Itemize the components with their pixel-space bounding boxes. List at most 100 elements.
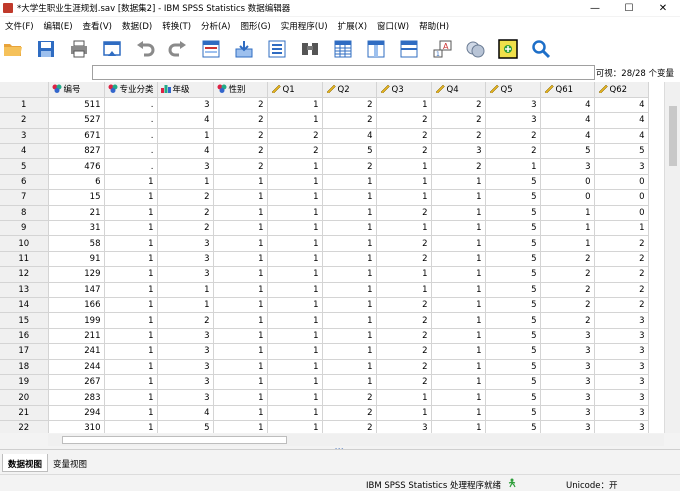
table-cell[interactable]: 2 [376, 235, 432, 252]
table-cell[interactable]: 31 [48, 220, 105, 237]
tab-variable-view[interactable]: 变量视图 [48, 454, 92, 472]
table-cell[interactable]: 1 [376, 389, 432, 406]
table-cell[interactable]: 3 [157, 374, 214, 391]
table-cell[interactable]: 1 [213, 174, 268, 191]
table-cell[interactable]: 1 [376, 158, 432, 175]
table-cell[interactable]: 1 [376, 174, 432, 191]
table-cell[interactable]: 3 [540, 359, 595, 375]
table-cell[interactable]: 2 [594, 235, 649, 252]
table-cell[interactable]: 91 [48, 251, 105, 268]
table-cell[interactable]: 1 [104, 235, 158, 252]
table-cell[interactable]: 3 [157, 97, 214, 114]
table-cell[interactable]: 2 [376, 374, 432, 391]
table-cell[interactable]: 1 [322, 282, 377, 298]
column-header[interactable]: 专业分类 [104, 82, 158, 98]
table-cell[interactable]: 1 [104, 251, 158, 268]
select-cases-icon[interactable] [497, 38, 519, 60]
table-cell[interactable]: 2 [157, 312, 214, 329]
table-cell[interactable]: 166 [48, 297, 105, 314]
maximize-button[interactable]: ☐ [612, 0, 646, 16]
table-cell[interactable]: 2 [213, 158, 268, 175]
goto-case-icon[interactable] [200, 38, 222, 60]
table-cell[interactable]: 1 [104, 312, 158, 329]
table-cell[interactable]: 1 [322, 220, 377, 237]
table-cell[interactable]: 2 [322, 405, 377, 422]
table-cell[interactable]: 1 [322, 328, 377, 345]
table-cell[interactable]: 1 [104, 420, 158, 433]
menu-utilities[interactable]: 实用程序(U) [276, 20, 333, 32]
row-number[interactable]: 13 [0, 282, 49, 298]
table-cell[interactable]: 267 [48, 374, 105, 391]
table-cell[interactable]: 2 [322, 97, 377, 114]
open-folder-icon[interactable] [2, 38, 24, 60]
table-cell[interactable]: 1 [322, 189, 377, 206]
table-cell[interactable]: 2 [376, 328, 432, 345]
table-cell[interactable]: 1 [267, 112, 323, 129]
column-header[interactable]: 性别 [213, 82, 268, 98]
row-number[interactable]: 20 [0, 389, 49, 406]
table-cell[interactable]: 5 [485, 282, 541, 298]
column-header[interactable]: Q4 [431, 82, 486, 98]
row-number[interactable]: 5 [0, 158, 49, 175]
table-cell[interactable]: 2 [213, 112, 268, 129]
table-cell[interactable]: 5 [485, 420, 541, 433]
table-cell[interactable]: 1 [213, 205, 268, 222]
table-cell[interactable]: 1 [213, 297, 268, 314]
table-cell[interactable]: 2 [322, 389, 377, 406]
table-cell[interactable]: 1 [322, 174, 377, 191]
table-cell[interactable]: 5 [485, 343, 541, 360]
table-cell[interactable]: 1 [267, 389, 323, 406]
table-cell[interactable]: 2 [540, 312, 595, 329]
table-cell[interactable]: 2 [213, 143, 268, 160]
table-cell[interactable]: 5 [485, 174, 541, 191]
table-cell[interactable]: 2 [540, 266, 595, 283]
print-icon[interactable] [68, 38, 90, 60]
table-cell[interactable]: 2 [213, 128, 268, 145]
table-cell[interactable]: 3 [540, 328, 595, 345]
table-cell[interactable]: 1 [431, 266, 486, 283]
table-cell[interactable]: 2 [267, 143, 323, 160]
table-cell[interactable]: 4 [540, 128, 595, 145]
table-cell[interactable]: 1 [322, 297, 377, 314]
table-cell[interactable]: . [104, 143, 158, 160]
close-button[interactable]: ✕ [646, 0, 680, 16]
table-cell[interactable]: 3 [594, 328, 649, 345]
table-cell[interactable]: 1 [431, 389, 486, 406]
table-cell[interactable]: 3 [157, 266, 214, 283]
table-cell[interactable]: 129 [48, 266, 105, 283]
column-header[interactable]: Q2 [322, 82, 377, 98]
table-cell[interactable]: 283 [48, 389, 105, 406]
row-number[interactable]: 4 [0, 143, 49, 160]
menu-edit[interactable]: 编辑(E) [39, 20, 78, 32]
table-cell[interactable]: 1 [213, 282, 268, 298]
redo-icon[interactable] [167, 38, 189, 60]
table-cell[interactable]: 1 [376, 97, 432, 114]
table-cell[interactable]: 1 [431, 312, 486, 329]
table-cell[interactable]: 4 [157, 112, 214, 129]
table-cell[interactable]: 3 [540, 420, 595, 433]
table-cell[interactable]: 5 [485, 297, 541, 314]
table-cell[interactable]: 1 [213, 220, 268, 237]
table-cell[interactable]: 5 [485, 235, 541, 252]
row-number[interactable]: 21 [0, 405, 49, 422]
table-cell[interactable]: 5 [485, 205, 541, 222]
table-cell[interactable]: 1 [431, 420, 486, 433]
table-cell[interactable]: 1 [104, 220, 158, 237]
table-cell[interactable]: 1 [376, 220, 432, 237]
table-cell[interactable]: 3 [594, 158, 649, 175]
table-cell[interactable]: 3 [376, 420, 432, 433]
menu-file[interactable]: 文件(F) [0, 20, 39, 32]
table-cell[interactable]: 2 [594, 266, 649, 283]
table-cell[interactable]: 1 [431, 205, 486, 222]
table-cell[interactable]: 1 [376, 405, 432, 422]
table-cell[interactable]: 2 [540, 297, 595, 314]
table-cell[interactable]: 1 [431, 174, 486, 191]
table-cell[interactable]: 211 [48, 328, 105, 345]
table-cell[interactable]: 1 [267, 220, 323, 237]
cell-value-input[interactable] [92, 65, 595, 80]
table-cell[interactable]: 2 [485, 128, 541, 145]
table-cell[interactable]: 5 [485, 220, 541, 237]
table-cell[interactable]: 1 [594, 220, 649, 237]
row-number[interactable]: 16 [0, 328, 49, 345]
row-number[interactable]: 2 [0, 112, 49, 129]
